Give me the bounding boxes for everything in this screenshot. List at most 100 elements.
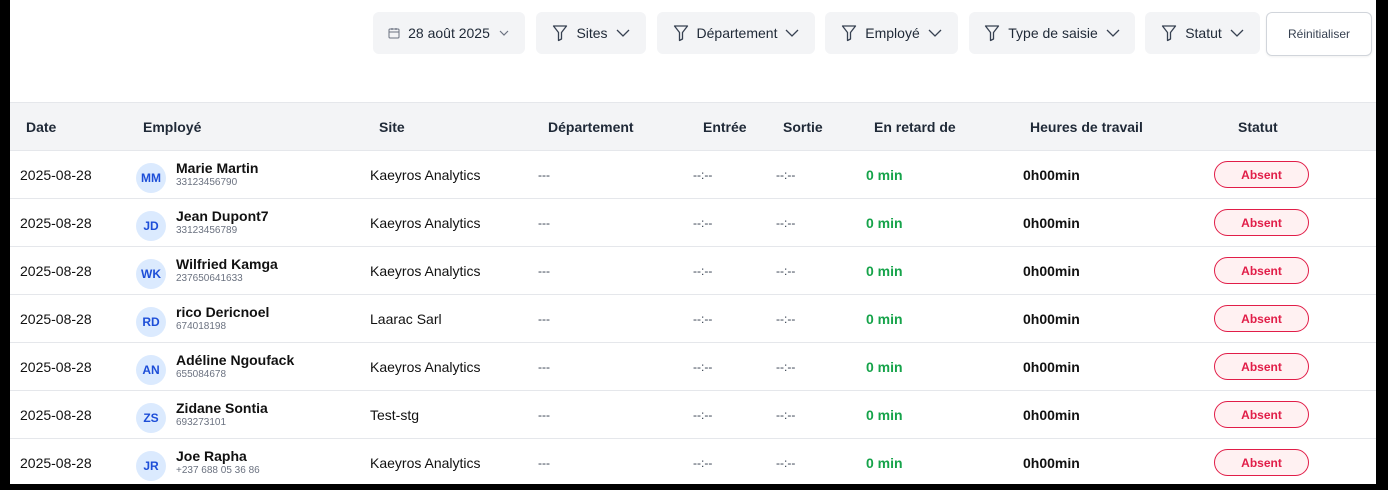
table-row[interactable]: 2025-08-28 JR Joe Rapha +237 688 05 36 86 Ka… bbox=[10, 439, 1376, 485]
entry-type-filter-button[interactable]: Type de saisie bbox=[969, 12, 1135, 54]
cell-site: Kaeyros Analytics bbox=[370, 358, 481, 375]
column-header-late[interactable]: En retard de bbox=[866, 102, 1016, 151]
department-filter-label: Département bbox=[696, 25, 778, 41]
cell-department: --- bbox=[538, 167, 550, 182]
cell-department: --- bbox=[538, 455, 550, 470]
cell-date: 2025-08-28 bbox=[20, 406, 92, 423]
column-header-site[interactable]: Site bbox=[370, 102, 538, 151]
department-filter-button[interactable]: Département bbox=[657, 12, 815, 54]
date-filter-label: 28 août 2025 bbox=[408, 25, 490, 41]
employee-text: Marie Martin 33123456790 bbox=[176, 160, 258, 190]
employee-filter-label: Employé bbox=[865, 25, 920, 41]
employee-text: Joe Rapha +237 688 05 36 86 bbox=[176, 448, 260, 478]
status-badge[interactable]: Absent bbox=[1214, 257, 1309, 284]
chevron-down-icon bbox=[499, 30, 509, 36]
cell-employee: AN Adéline Ngoufack 655084678 bbox=[133, 343, 370, 391]
cell-employee: WK Wilfried Kamga 237650641633 bbox=[133, 247, 370, 295]
cell-employee: JD Jean Dupont7 33123456789 bbox=[133, 199, 370, 247]
employee-name[interactable]: Joe Rapha bbox=[176, 448, 260, 464]
cell-exit: --:-- bbox=[776, 311, 796, 326]
filter-toolbar: 28 août 2025 Sites Département Employé T… bbox=[10, 12, 1376, 56]
status-badge[interactable]: Absent bbox=[1214, 161, 1309, 188]
column-header-department[interactable]: Département bbox=[538, 102, 693, 151]
cell-entry: --:-- bbox=[693, 359, 713, 374]
column-header-entry[interactable]: Entrée bbox=[693, 102, 776, 151]
employee-text: Jean Dupont7 33123456789 bbox=[176, 208, 269, 238]
table-row[interactable]: 2025-08-28 MM Marie Martin 33123456790 Kaeyr… bbox=[10, 151, 1376, 199]
cell-site: Kaeyros Analytics bbox=[370, 454, 481, 471]
cell-status: Absent bbox=[1209, 343, 1376, 391]
cell-site: Laarac Sarl bbox=[370, 310, 442, 327]
cell-hours: 0h00min bbox=[1023, 406, 1080, 423]
status-badge[interactable]: Absent bbox=[1214, 449, 1309, 476]
table-row[interactable]: 2025-08-28 ZS Zidane Sontia 693273101 Test-s… bbox=[10, 391, 1376, 439]
cell-status: Absent bbox=[1209, 391, 1376, 439]
employee-phone: 33123456789 bbox=[176, 224, 238, 236]
cell-date: 2025-08-28 bbox=[20, 166, 92, 183]
sites-filter-label: Sites bbox=[576, 25, 608, 41]
avatar: JD bbox=[136, 210, 166, 241]
chevron-down-icon bbox=[616, 29, 630, 37]
column-header-hours[interactable]: Heures de travail bbox=[1016, 102, 1209, 151]
status-filter-label: Statut bbox=[1185, 25, 1222, 41]
filter-funnel-icon bbox=[985, 25, 1000, 42]
cell-entry: --:-- bbox=[693, 263, 713, 278]
employee-name[interactable]: Jean Dupont7 bbox=[176, 208, 269, 224]
table-row[interactable]: 2025-08-28 AN Adéline Ngoufack 655084678 Kae… bbox=[10, 343, 1376, 391]
cell-date: 2025-08-28 bbox=[20, 454, 92, 471]
employee-phone: 33123456790 bbox=[176, 176, 238, 188]
attendance-table: Date Employé Site Département Entrée Sor… bbox=[10, 102, 1376, 484]
employee-name[interactable]: Marie Martin bbox=[176, 160, 258, 176]
sites-filter-button[interactable]: Sites bbox=[536, 12, 646, 54]
column-header-exit[interactable]: Sortie bbox=[776, 102, 866, 151]
employee-text: Adéline Ngoufack 655084678 bbox=[176, 352, 294, 382]
status-badge[interactable]: Absent bbox=[1214, 305, 1309, 332]
avatar: JR bbox=[136, 450, 166, 481]
employee-name[interactable]: Zidane Sontia bbox=[176, 400, 268, 416]
status-badge[interactable]: Absent bbox=[1214, 353, 1309, 380]
table-row[interactable]: 2025-08-28 RD rico Dericnoel 674018198 Laara… bbox=[10, 295, 1376, 343]
cell-status: Absent bbox=[1209, 199, 1376, 247]
cell-exit: --:-- bbox=[776, 407, 796, 422]
chevron-down-icon bbox=[1230, 29, 1244, 37]
employee-info: AN Adéline Ngoufack 655084678 bbox=[136, 349, 370, 385]
reset-button[interactable]: Réinitialiser bbox=[1266, 12, 1372, 56]
status-filter-button[interactable]: Statut bbox=[1145, 12, 1260, 54]
employee-filter-button[interactable]: Employé bbox=[825, 12, 958, 54]
employee-info: RD rico Dericnoel 674018198 bbox=[136, 301, 370, 337]
cell-site: Kaeyros Analytics bbox=[370, 166, 481, 183]
cell-status: Absent bbox=[1209, 439, 1376, 485]
cell-exit: --:-- bbox=[776, 359, 796, 374]
employee-text: Wilfried Kamga 237650641633 bbox=[176, 256, 278, 286]
cell-exit: --:-- bbox=[776, 167, 796, 182]
cell-hours: 0h00min bbox=[1023, 262, 1080, 279]
cell-site: Kaeyros Analytics bbox=[370, 262, 481, 279]
filter-funnel-icon bbox=[673, 25, 688, 42]
chevron-down-icon bbox=[1106, 29, 1120, 37]
table-row[interactable]: 2025-08-28 WK Wilfried Kamga 237650641633 Ka… bbox=[10, 247, 1376, 295]
date-filter-button[interactable]: 28 août 2025 bbox=[373, 12, 525, 54]
cell-employee: JR Joe Rapha +237 688 05 36 86 bbox=[133, 439, 370, 485]
employee-info: WK Wilfried Kamga 237650641633 bbox=[136, 253, 370, 289]
column-header-date[interactable]: Date bbox=[10, 102, 133, 151]
employee-phone: +237 688 05 36 86 bbox=[176, 464, 260, 476]
column-header-employee[interactable]: Employé bbox=[133, 102, 370, 151]
employee-info: ZS Zidane Sontia 693273101 bbox=[136, 397, 370, 433]
table-row[interactable]: 2025-08-28 JD Jean Dupont7 33123456789 Kaeyr… bbox=[10, 199, 1376, 247]
employee-info: MM Marie Martin 33123456790 bbox=[136, 157, 370, 193]
status-badge[interactable]: Absent bbox=[1214, 401, 1309, 428]
employee-text: Zidane Sontia 693273101 bbox=[176, 400, 268, 430]
cell-late: 0 min bbox=[866, 214, 903, 231]
employee-name[interactable]: rico Dericnoel bbox=[176, 304, 269, 320]
cell-entry: --:-- bbox=[693, 311, 713, 326]
employee-name[interactable]: Adéline Ngoufack bbox=[176, 352, 294, 368]
cell-date: 2025-08-28 bbox=[20, 358, 92, 375]
employee-name[interactable]: Wilfried Kamga bbox=[176, 256, 278, 272]
column-header-status[interactable]: Statut bbox=[1209, 102, 1376, 151]
status-badge[interactable]: Absent bbox=[1214, 209, 1309, 236]
cell-late: 0 min bbox=[866, 406, 903, 423]
cell-entry: --:-- bbox=[693, 215, 713, 230]
cell-status: Absent bbox=[1209, 151, 1376, 199]
cell-late: 0 min bbox=[866, 262, 903, 279]
cell-site: Kaeyros Analytics bbox=[370, 214, 481, 231]
